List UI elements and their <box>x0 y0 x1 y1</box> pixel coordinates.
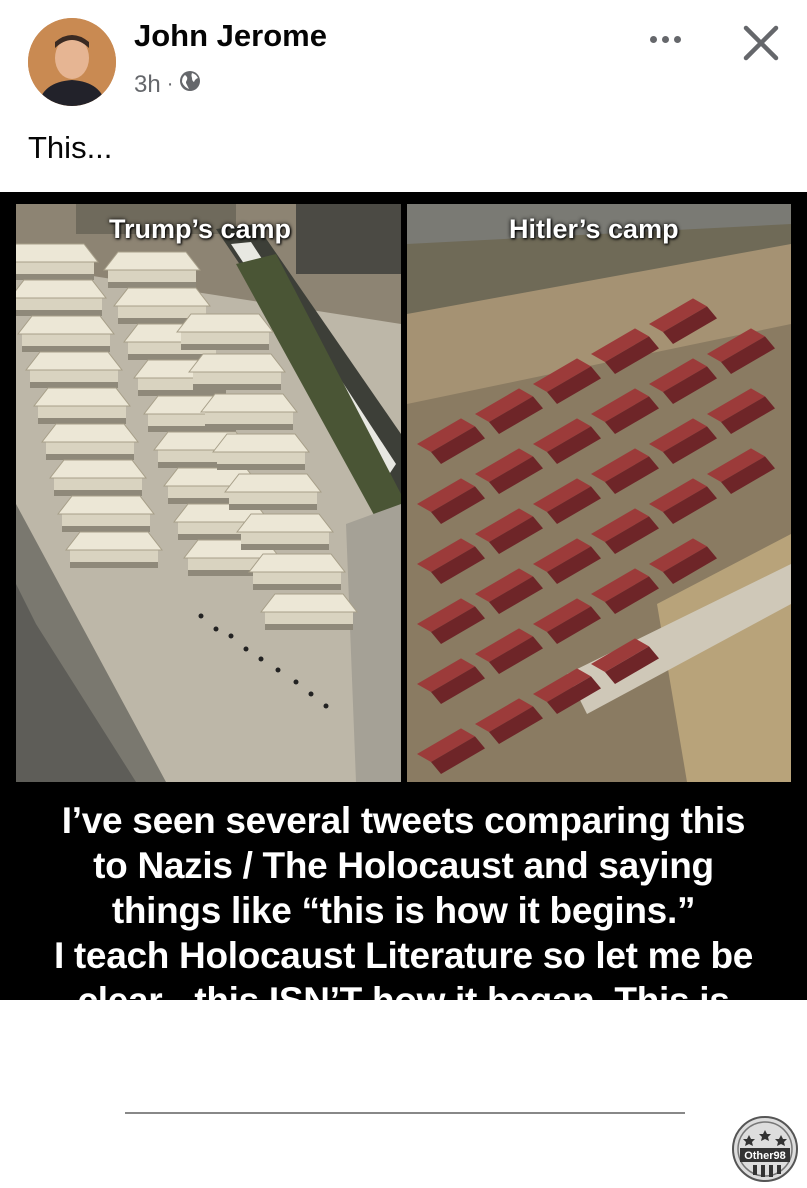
tent-shape <box>64 531 164 568</box>
quote-line: clear - this ISN’T how it began. This is <box>77 980 730 1021</box>
meta-separator: · <box>166 73 174 95</box>
tent-shape <box>223 473 323 510</box>
caption-left: Trump’s camp <box>109 214 292 244</box>
tent-shape <box>235 513 335 550</box>
tent-shape <box>247 553 347 590</box>
post-meta: 3h · <box>134 70 201 99</box>
globe-icon <box>179 70 201 99</box>
quote-line: to Nazis / The Holocaust and saying <box>93 845 714 886</box>
tent-shape <box>187 353 287 390</box>
photo-tent-camp: Trump’s camp <box>16 204 401 782</box>
close-button[interactable] <box>736 18 786 68</box>
quote-line: things like “this is how it begins.” <box>111 890 696 931</box>
logo-text: Other98 <box>744 1150 786 1162</box>
more-options-icon <box>649 35 657 43</box>
close-icon <box>743 25 779 61</box>
photo-barracks-camp: Hitler’s camp <box>407 204 791 782</box>
quote-line: already several stages along the way. <box>80 1025 727 1066</box>
tent-shape <box>48 459 148 496</box>
caption-right: Hitler’s camp <box>509 214 679 244</box>
author-name[interactable]: John Jerome <box>134 18 327 54</box>
quote-text: I’ve seen several tweets comparing this … <box>20 798 787 1068</box>
tent-shape <box>40 423 140 460</box>
tent-shape <box>211 433 311 470</box>
tent-shape <box>199 393 299 430</box>
tent-shape <box>16 279 108 316</box>
divider <box>125 1112 685 1114</box>
tent-shape <box>16 315 116 352</box>
tent-shape <box>259 593 359 630</box>
tent-shape <box>102 251 202 288</box>
tent-shape <box>175 313 275 350</box>
more-options-button[interactable] <box>640 24 690 54</box>
tent-shape <box>24 351 124 388</box>
post-time[interactable]: 3h <box>134 71 161 99</box>
quote-line: I’ve seen several tweets comparing this <box>61 800 746 841</box>
tent-shape <box>32 387 132 424</box>
quote-line: I teach Holocaust Literature so let me b… <box>53 935 754 976</box>
avatar[interactable] <box>28 18 116 106</box>
more-options-dot <box>673 35 681 43</box>
quote-attribution: Aviva Dautch <box>283 1125 524 1167</box>
post-header: John Jerome 3h · This... <box>0 0 807 190</box>
post-text: This... <box>28 130 113 165</box>
other98-logo: Other98 <box>731 1115 799 1183</box>
tent-shape <box>56 495 156 532</box>
post-image[interactable]: Trump’s camp Hitler’s camp I’ve seen sev… <box>0 192 807 1182</box>
tent-shape <box>16 243 100 280</box>
more-options-dot <box>661 35 669 43</box>
